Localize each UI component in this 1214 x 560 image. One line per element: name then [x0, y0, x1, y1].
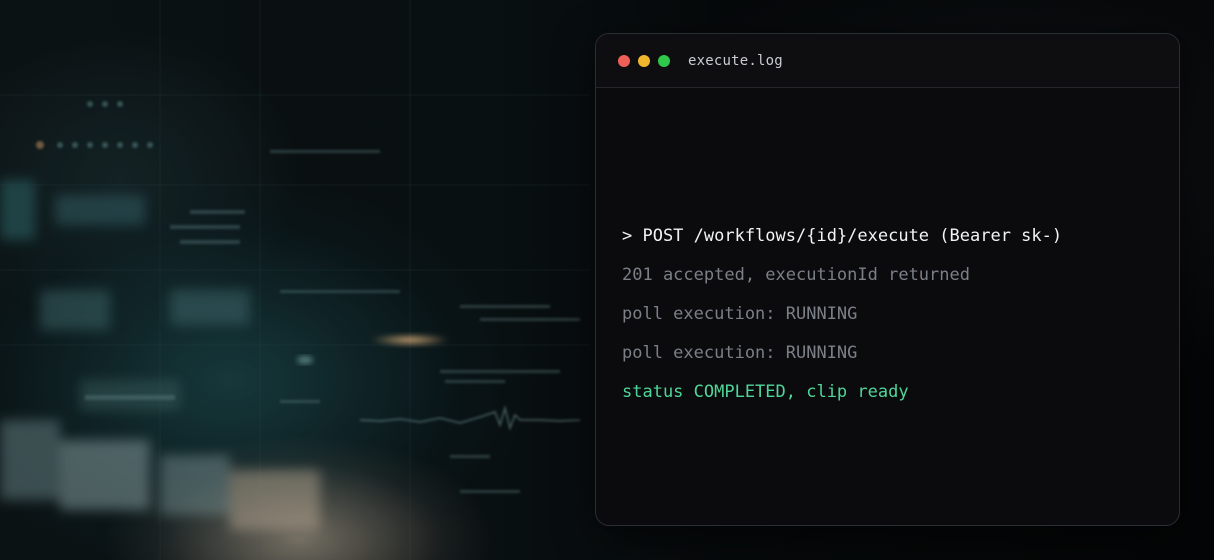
log-line-accepted: 201 accepted, executionId returned	[622, 265, 970, 285]
log-line-poll-running: poll execution: RUNNING	[622, 304, 858, 324]
terminal-title: execute.log	[688, 52, 783, 69]
terminal-log: > POST /workflows/{id}/execute (Bearer s…	[622, 217, 1159, 412]
minimize-dot-icon[interactable]	[638, 54, 650, 67]
terminal-window: execute.log > POST /workflows/{id}/execu…	[595, 33, 1180, 526]
terminal-title-bar: execute.log	[596, 34, 1179, 88]
log-line-command: > POST /workflows/{id}/execute (Bearer s…	[622, 226, 1063, 246]
log-line-completed: status COMPLETED, clip ready	[622, 382, 909, 402]
hero-scene: execute.log > POST /workflows/{id}/execu…	[0, 0, 1214, 560]
maximize-dot-icon[interactable]	[658, 54, 670, 67]
log-line-poll-running: poll execution: RUNNING	[622, 343, 858, 363]
close-dot-icon[interactable]	[618, 54, 630, 67]
